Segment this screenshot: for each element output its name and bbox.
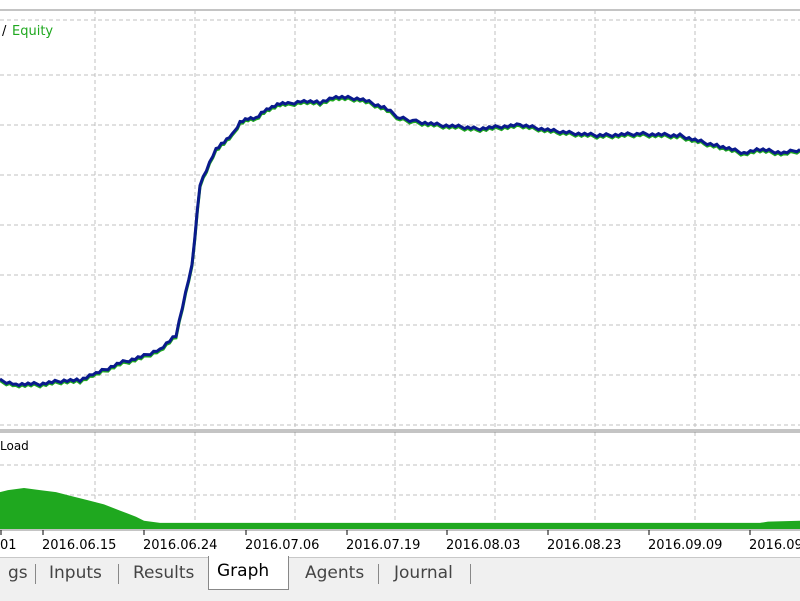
x-tick-label: 2016.09.09 xyxy=(648,538,722,553)
x-tick-label: 2016.08.23 xyxy=(547,538,621,553)
tab-results[interactable]: Results xyxy=(125,558,202,589)
tab-separator xyxy=(378,564,379,584)
chart-area: / Equity Load 01 2016.06.15 2016.06.24 2016… xyxy=(0,0,800,557)
tab-separator xyxy=(118,564,119,584)
x-tick-label: 2016.06.15 xyxy=(42,538,116,553)
load-label: Load xyxy=(0,439,29,453)
x-tick-label: 2016.08.03 xyxy=(446,538,520,553)
chart-background xyxy=(0,0,800,557)
legend-separator: / xyxy=(2,24,7,39)
tab-inputs[interactable]: Inputs xyxy=(41,558,110,589)
x-tick-label: 2016.06.24 xyxy=(143,538,217,553)
tab-journal[interactable]: Journal xyxy=(386,558,461,589)
x-tick-label: 2016.07.19 xyxy=(346,538,420,553)
legend-equity: Equity xyxy=(12,24,53,39)
tab-settings[interactable]: gs xyxy=(0,558,36,589)
tab-graph[interactable]: Graph xyxy=(208,556,289,590)
x-tick-label: 2016.09 xyxy=(749,538,800,553)
tab-agents[interactable]: Agents xyxy=(297,558,372,589)
x-tick-label: 2016.07.06 xyxy=(245,538,319,553)
tab-bar: gs Inputs Results Graph Agents Journal xyxy=(0,556,800,601)
tab-separator xyxy=(35,564,36,584)
tab-separator xyxy=(470,564,471,584)
x-tick-label: 01 xyxy=(0,538,17,553)
